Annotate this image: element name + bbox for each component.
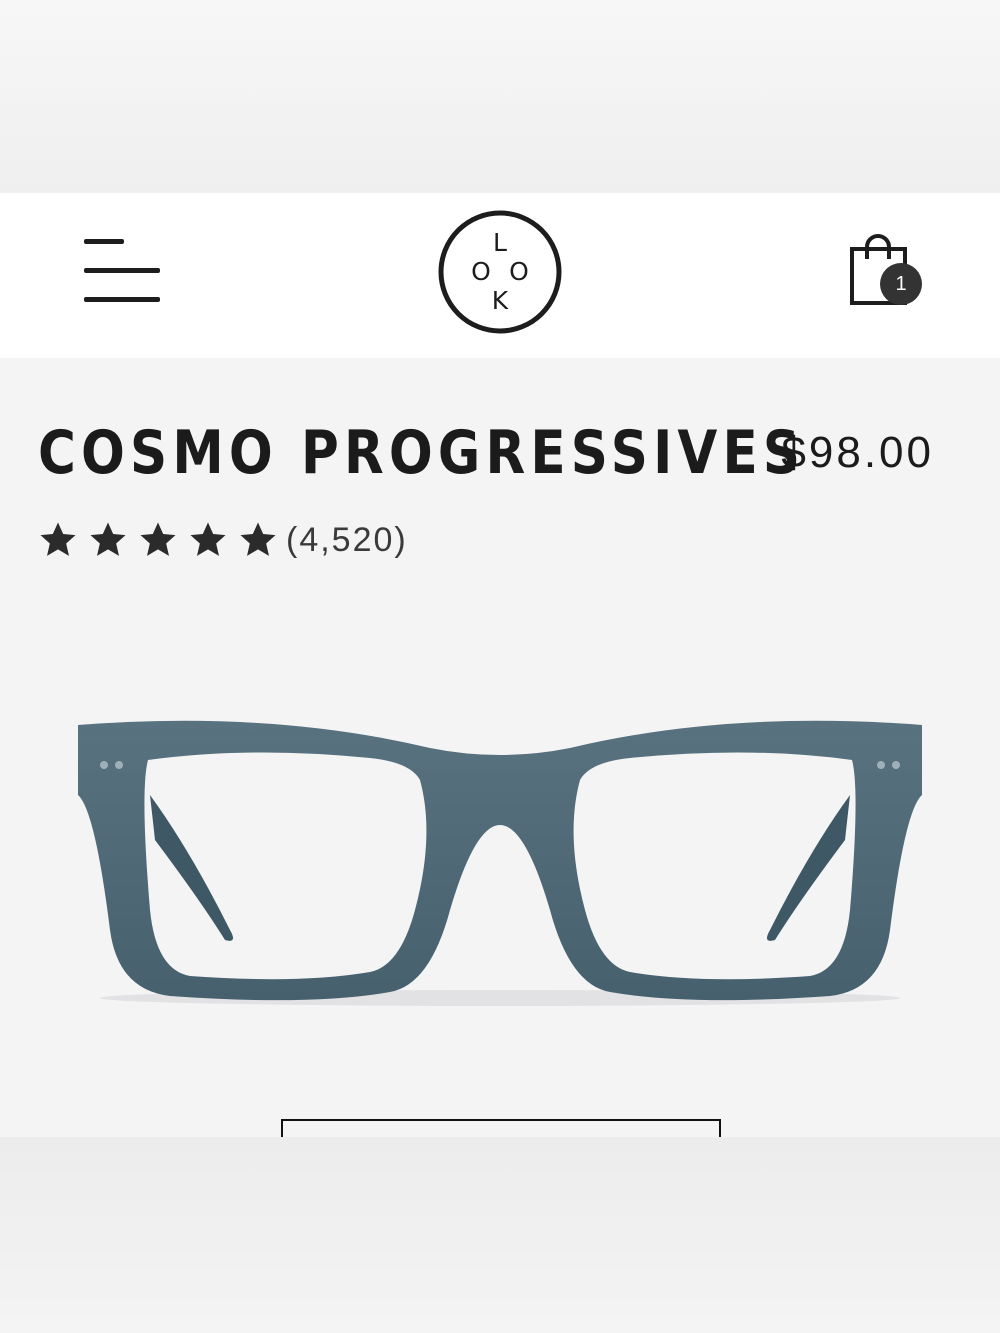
left-temple [150,795,234,941]
logo-letter-right: O [509,257,529,286]
logo-letter-top: L [493,228,507,257]
menu-line [84,239,124,244]
star-icon [240,522,276,556]
hinge-dot [115,761,123,769]
cart-button[interactable]: 1 [848,233,926,311]
look-logo[interactable]: L O O K [437,209,563,335]
menu-line [84,297,160,302]
bottom-blur-area [0,1137,1000,1333]
star-icon [140,522,176,556]
product-price: $98.00 [781,428,934,477]
menu-button[interactable] [84,239,160,303]
product-title: COSMO PROGRESSIVES [38,418,806,488]
logo-letter-left: O [471,257,491,286]
star-icon [190,522,226,556]
review-count[interactable]: (4,520) [286,521,408,560]
product-rating[interactable]: (4,520) [38,520,408,560]
menu-line [84,268,160,273]
product-image-eyeglasses[interactable] [70,700,930,1020]
star-rating [38,520,278,560]
logo-letter-bottom: K [492,286,509,315]
frame-front [78,720,922,1001]
star-icon [90,522,126,556]
star-icon [40,522,76,556]
hinge-dot [877,761,885,769]
cart-count-badge: 1 [880,263,922,305]
right-temple [766,795,850,941]
site-header: L O O K 1 [0,193,1000,358]
hinge-dot [892,761,900,769]
top-blur-area [0,0,1000,193]
hinge-dot [100,761,108,769]
